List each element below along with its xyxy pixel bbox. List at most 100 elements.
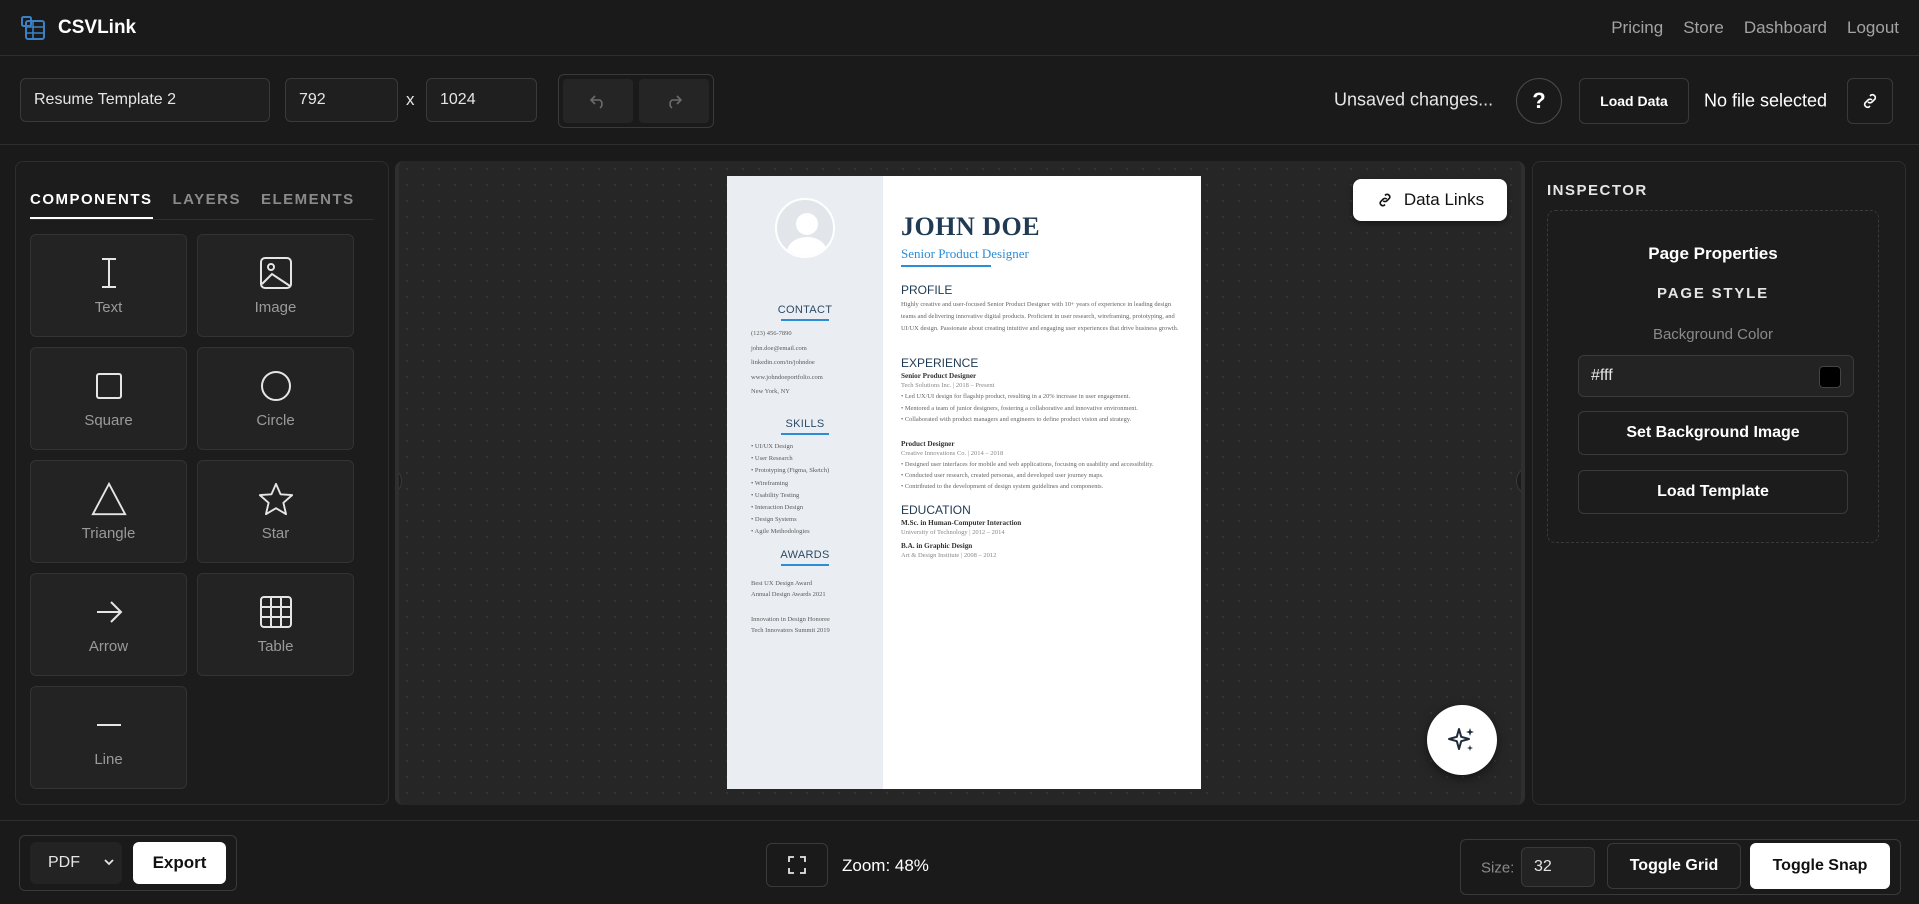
export-format-value: PDF: [48, 854, 80, 871]
degree-meta[interactable]: University of Technology | 2012 – 2014: [901, 527, 1183, 538]
table-icon: [259, 596, 292, 628]
redo-button[interactable]: [639, 79, 709, 123]
nav-store[interactable]: Store: [1683, 18, 1724, 38]
contact-list[interactable]: (123) 456-7890 john.doe@email.com linked…: [727, 327, 883, 400]
toggle-grid-button[interactable]: Toggle Grid: [1607, 843, 1741, 889]
grid-size-input[interactable]: 32: [1521, 847, 1595, 887]
component-label: Circle: [256, 412, 295, 429]
chevron-down-icon: [104, 859, 114, 866]
divider: [781, 563, 829, 566]
file-status: No file selected: [1704, 90, 1828, 111]
background-color-value: #fff: [1591, 367, 1613, 384]
image-icon: [259, 257, 292, 289]
component-square[interactable]: Square: [30, 347, 187, 450]
redo-icon: [669, 95, 683, 109]
help-button[interactable]: ?: [1516, 78, 1562, 124]
profile-text[interactable]: Highly creative and user-focused Senior …: [901, 299, 1183, 334]
sparkle-icon: [1448, 728, 1474, 751]
nav-logout[interactable]: Logout: [1847, 18, 1899, 38]
collapse-right-button[interactable]: [1516, 466, 1521, 496]
undo-button[interactable]: [563, 79, 633, 123]
nav-dashboard[interactable]: Dashboard: [1744, 18, 1827, 38]
load-data-button[interactable]: Load Data: [1579, 78, 1689, 124]
height-input[interactable]: 1024: [426, 78, 537, 122]
list-item: • Designed user interfaces for mobile an…: [901, 460, 1154, 468]
job-bullets[interactable]: • Led UX/UI design for flagship product,…: [901, 391, 1183, 425]
contact-heading[interactable]: CONTACT: [778, 304, 832, 316]
degree[interactable]: M.Sc. in Human-Computer Interaction: [901, 519, 1183, 527]
list-item: (123) 456-7890: [751, 330, 792, 337]
line-icon: [96, 724, 121, 726]
component-label: Line: [94, 751, 123, 768]
toggle-snap-button[interactable]: Toggle Snap: [1750, 843, 1890, 889]
page-properties-box: Page Properties PAGE STYLE Background Co…: [1547, 210, 1879, 543]
profile-heading[interactable]: PROFILE: [901, 283, 1183, 297]
skills-list[interactable]: • UI/UX Design • User Research • Prototy…: [727, 441, 883, 539]
component-triangle[interactable]: Triangle: [30, 460, 187, 563]
component-table[interactable]: Table: [197, 573, 354, 676]
page-properties-title: Page Properties: [1648, 244, 1778, 263]
resume-page[interactable]: CONTACT (123) 456-7890 john.doe@email.co…: [727, 176, 1201, 789]
component-star[interactable]: Star: [197, 460, 354, 563]
inspector-title: INSPECTOR: [1547, 182, 1648, 199]
save-status: Unsaved changes...: [1334, 89, 1494, 110]
component-image[interactable]: Image: [197, 234, 354, 337]
color-swatch[interactable]: [1819, 366, 1841, 388]
nav-links: Pricing Store Dashboard Logout: [1611, 18, 1899, 38]
link-icon: [1379, 193, 1391, 207]
logo-icon: [21, 15, 45, 40]
background-color-input[interactable]: #fff: [1578, 355, 1854, 397]
resume-name[interactable]: JOHN DOE: [901, 212, 1183, 242]
fit-screen-button[interactable]: [766, 843, 828, 887]
component-arrow[interactable]: Arrow: [30, 573, 187, 676]
list-item: • Wireframing: [751, 479, 789, 487]
job-bullets[interactable]: • Designed user interfaces for mobile an…: [901, 459, 1183, 493]
ai-assist-button[interactable]: [1427, 705, 1497, 775]
design-canvas[interactable]: CONTACT (123) 456-7890 john.doe@email.co…: [395, 161, 1525, 805]
list-item: • Interaction Design: [751, 503, 804, 511]
load-template-button[interactable]: Load Template: [1578, 470, 1848, 514]
job-meta[interactable]: Tech Solutions Inc. | 2018 – Present: [901, 380, 1183, 391]
skills-heading[interactable]: SKILLS: [785, 418, 824, 430]
resume-sidebar[interactable]: CONTACT (123) 456-7890 john.doe@email.co…: [727, 176, 883, 789]
editor-toolbar: Resume Template 2 792 x 1024 Unsaved cha…: [0, 56, 1919, 145]
component-circle[interactable]: Circle: [197, 347, 354, 450]
export-format-select[interactable]: PDF: [30, 842, 122, 884]
tab-components[interactable]: COMPONENTS: [30, 176, 153, 219]
tab-elements[interactable]: ELEMENTS: [261, 176, 355, 219]
list-item: • Collaborated with product managers and…: [901, 416, 1132, 424]
component-line[interactable]: Line: [30, 686, 187, 789]
brand[interactable]: CSVLink: [20, 15, 136, 41]
resume-title[interactable]: Senior Product Designer: [901, 246, 1183, 262]
awards-heading[interactable]: AWARDS: [780, 549, 829, 561]
education-heading[interactable]: EDUCATION: [901, 503, 1183, 517]
avatar[interactable]: [775, 198, 835, 258]
list-item: • Mentored a team of junior designers, f…: [901, 404, 1138, 412]
experience-heading[interactable]: EXPERIENCE: [901, 356, 1183, 370]
job-role[interactable]: Product Designer: [901, 440, 1183, 448]
list-item: • User Research: [751, 455, 793, 463]
template-name-input[interactable]: Resume Template 2: [20, 78, 270, 122]
export-button[interactable]: Export: [133, 842, 226, 884]
divider: [901, 265, 991, 267]
history-group: [558, 74, 714, 128]
degree-meta[interactable]: Art & Design Institute | 2008 – 2012: [901, 550, 1183, 561]
collapse-left-button[interactable]: [399, 466, 402, 496]
component-text[interactable]: Text: [30, 234, 187, 337]
tab-layers[interactable]: LAYERS: [173, 176, 241, 219]
awards-list[interactable]: Best UX Design Award Annual Design Award…: [727, 578, 883, 636]
list-item: linkedin.com/in/johndoe: [751, 359, 815, 367]
job-meta[interactable]: Creative Innovations Co. | 2014 – 2018: [901, 448, 1183, 459]
width-input[interactable]: 792: [285, 78, 398, 122]
nav-pricing[interactable]: Pricing: [1611, 18, 1663, 38]
set-background-image-button[interactable]: Set Background Image: [1578, 411, 1848, 455]
arrow-icon: [96, 601, 122, 623]
data-links-button[interactable]: Data Links: [1353, 179, 1507, 221]
list-item: • Usability Testing: [751, 491, 800, 499]
degree[interactable]: B.A. in Graphic Design: [901, 542, 1183, 550]
resume-main[interactable]: JOHN DOE Senior Product Designer PROFILE…: [883, 176, 1201, 789]
job-role[interactable]: Senior Product Designer: [901, 372, 1183, 380]
component-label: Image: [254, 299, 297, 316]
data-link-button[interactable]: [1847, 78, 1893, 124]
